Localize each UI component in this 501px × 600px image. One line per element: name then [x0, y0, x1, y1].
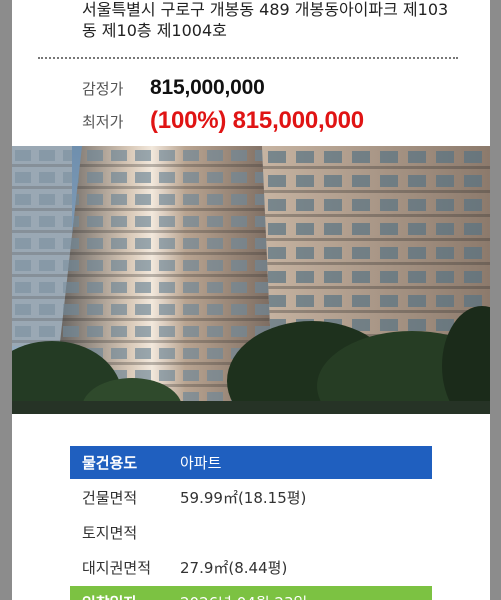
appraisal-value: 815,000,000	[150, 76, 265, 99]
appraisal-price-row: 감정가 815,000,000	[82, 74, 265, 102]
minimum-price-row: 최저가 (100%) 815,000,000	[82, 107, 364, 135]
details-value: 27.9㎡(8.44평)	[180, 559, 288, 577]
listing-summary-card: 서울특별시 구로구 개봉동 489 개봉동아이파크 제103 동 제10층 제1…	[12, 0, 490, 146]
address-line-1: 서울특별시 구로구 개봉동 489 개봉동아이파크 제103	[82, 0, 449, 19]
apartment-building-photo[interactable]	[12, 146, 490, 414]
address-line-2: 동 제10층 제1004호	[82, 21, 227, 40]
property-details-card: 물건용도 아파트 건물면적 59.99㎡(18.15평) 토지면적 대지권면적 …	[12, 414, 490, 600]
details-key: 대지권면적	[82, 559, 152, 577]
details-row-usage: 물건용도 아파트	[70, 446, 432, 479]
details-row-land-area: 토지면적	[70, 516, 432, 549]
property-address: 서울특별시 구로구 개봉동 489 개봉동아이파크 제103 동 제10층 제1…	[82, 0, 482, 41]
details-key: 입찰일자	[70, 592, 180, 600]
details-key: 물건용도	[82, 454, 138, 472]
appraisal-label: 감정가	[82, 79, 124, 98]
details-value: 아파트	[180, 454, 222, 472]
details-value: 59.99㎡(18.15평)	[180, 489, 307, 507]
details-value: 2026년 04월 23일	[180, 592, 432, 600]
details-row-bid-date: 입찰일자 2026년 04월 23일	[70, 586, 432, 600]
building-illustration	[12, 146, 490, 414]
details-row-building-area: 건물면적 59.99㎡(18.15평)	[70, 481, 432, 514]
details-key: 토지면적	[82, 524, 138, 542]
dotted-divider	[38, 57, 458, 59]
minimum-label: 최저가	[82, 112, 124, 131]
details-row-land-rights-area: 대지권면적 27.9㎡(8.44평)	[70, 551, 432, 584]
details-key: 건물면적	[82, 489, 138, 507]
minimum-value: (100%) 815,000,000	[150, 107, 364, 134]
property-details-table: 물건용도 아파트 건물면적 59.99㎡(18.15평) 토지면적 대지권면적 …	[70, 446, 432, 600]
